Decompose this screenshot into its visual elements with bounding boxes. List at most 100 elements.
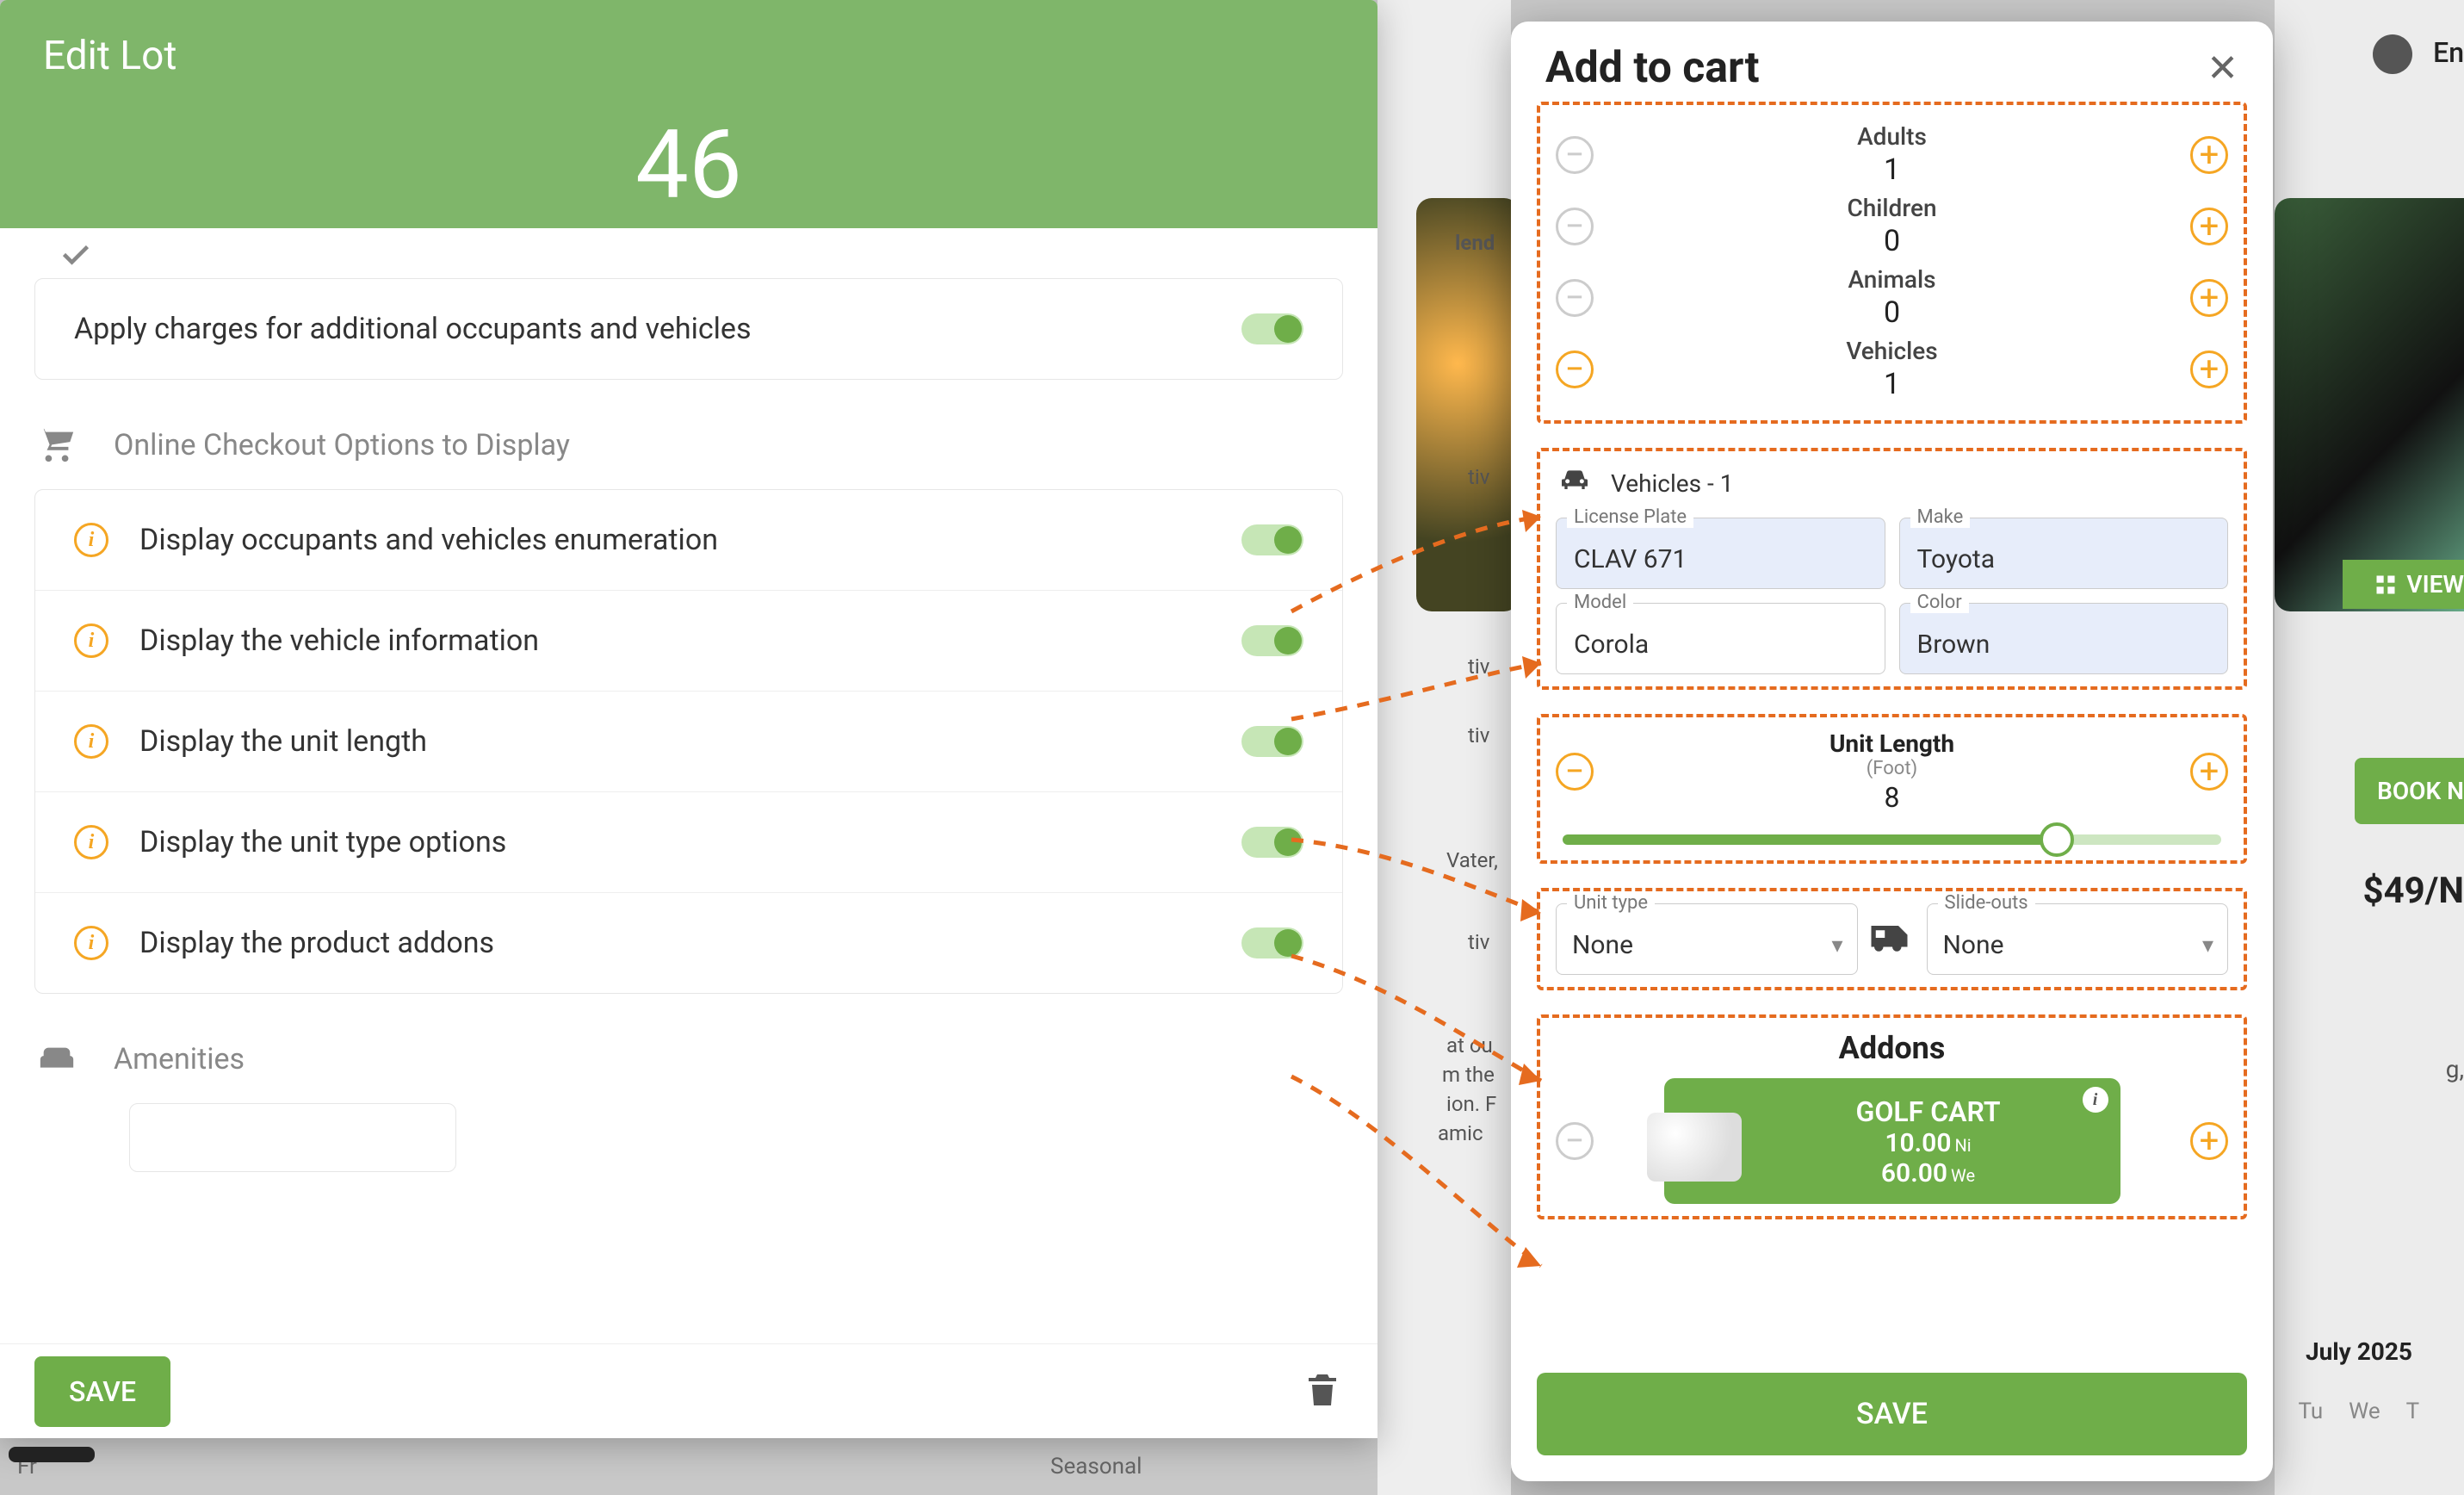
vehicle-info-group: Vehicles - 1 License Plate CLAV 671 Make… [1537,448,2247,690]
opt-type-toggle[interactable] [1241,827,1303,858]
opt-type-label: Display the unit type options [139,825,1241,859]
info-icon[interactable]: i [2083,1087,2108,1113]
addon-card[interactable]: i GOLF CART 10.00Ni 60.00We [1664,1078,2120,1204]
view-label: VIEW [2406,570,2464,599]
vehicle-header: Vehicles - 1 [1611,469,1733,498]
length-plus[interactable]: + [2190,753,2228,791]
cut-lend: lend [1455,231,1495,255]
book-now-button[interactable]: BOOK N [2355,758,2464,824]
cut-tiv-4: tiv [1468,930,1489,954]
unit-length-slider[interactable] [1563,834,2221,845]
cut-water: Vater, [1446,848,1498,872]
children-minus[interactable]: − [1556,208,1594,245]
cut-tiv: tiv [1468,465,1489,489]
drag-handle[interactable] [9,1447,95,1462]
opt-length-toggle[interactable] [1241,726,1303,757]
apply-charges-toggle[interactable] [1241,313,1303,344]
section-checkout-heading: Online Checkout Options to Display [114,428,570,462]
addon-price-1: 10.00 [1885,1128,1951,1158]
make-value: Toyota [1917,544,1996,574]
golf-cart-image [1647,1113,1742,1182]
unit-type-select[interactable]: Unit type None ▾ [1556,903,1858,975]
unit-length-value: 8 [1604,781,2180,814]
info-icon: i [74,724,108,759]
rv-icon [1868,919,1916,960]
color-field[interactable]: Color Brown [1899,603,2229,674]
license-plate-label: License Plate [1567,506,1693,528]
unit-type-label: Unit type [1567,892,1655,914]
vehicles-minus[interactable]: − [1556,350,1594,388]
animals-minus[interactable]: − [1556,279,1594,317]
cut-at: at ou [1446,1033,1493,1058]
adults-label: Adults [1594,122,2190,151]
animals-value: 0 [1594,295,2190,330]
opt-addons-toggle[interactable] [1241,927,1303,958]
cut-ion: ion. F [1446,1092,1496,1116]
children-label: Children [1594,194,2190,222]
slider-thumb[interactable] [2040,822,2074,857]
make-label: Make [1910,506,1971,528]
cut-m: m the [1442,1063,1495,1087]
unit-length-group: − Unit Length (Foot) 8 + [1537,714,2247,864]
add-to-cart-panel: Add to cart ✕ − Adults 1 + − Children 0 … [1511,22,2273,1481]
addon-minus[interactable]: − [1556,1122,1594,1160]
trash-icon[interactable] [1302,1369,1343,1414]
color-value: Brown [1917,630,1990,660]
edit-lot-panel: Edit Lot 46 Apply charges for additional… [0,0,1377,1438]
animals-label: Animals [1594,265,2190,294]
model-value: Corola [1574,630,1649,660]
couch-icon [34,1037,79,1082]
calendar-day-headers: MoTuWeT [2240,1399,2464,1424]
adults-minus[interactable]: − [1556,136,1594,174]
length-minus[interactable]: − [1556,753,1594,791]
car-icon [1556,463,1594,504]
cart-save-button[interactable]: SAVE [1537,1373,2247,1455]
opt-enum-toggle[interactable] [1241,524,1303,555]
close-icon[interactable]: ✕ [2207,46,2238,90]
info-icon: i [74,926,108,960]
slide-outs-select[interactable]: Slide-outs None ▾ [1927,903,2229,975]
license-plate-value: CLAV 671 [1574,544,1687,574]
make-field[interactable]: Make Toyota [1899,518,2229,589]
chevron-down-icon: ▾ [1831,933,1842,958]
info-icon: i [74,623,108,658]
unit-length-unit: (Foot) [1604,758,2180,779]
opt-vehicle-label: Display the vehicle information [139,623,1241,658]
animals-plus[interactable]: + [2190,279,2228,317]
vehicles-value: 1 [1594,367,2190,401]
campfire-thumbnail [1416,198,1520,611]
addon-plus[interactable]: + [2190,1122,2228,1160]
info-icon: i [74,523,108,557]
section-amenities-heading: Amenities [114,1042,245,1076]
chevron-down-icon: ▾ [2202,933,2213,958]
cut-amic: amic [1438,1121,1483,1145]
calendar-month: July 2025 [2306,1337,2412,1366]
amenities-card-stub [129,1103,456,1172]
vehicles-plus[interactable]: + [2190,350,2228,388]
view-button[interactable]: VIEW [2343,560,2464,609]
price-label: $49/N [2362,870,2464,912]
cart-icon [34,423,79,468]
children-plus[interactable]: + [2190,208,2228,245]
opt-vehicle-toggle[interactable] [1241,625,1303,656]
unit-type-group: Unit type None ▾ Slide-outs None ▾ [1537,888,2247,990]
cut-g: g, [2446,1055,2464,1083]
counters-group: − Adults 1 + − Children 0 + − Animals [1537,102,2247,424]
user-avatar-icon[interactable] [2373,34,2412,74]
info-icon: i [74,825,108,859]
unit-length-title: Unit Length [1604,729,2180,758]
opt-addons-label: Display the product addons [139,926,1241,960]
adults-plus[interactable]: + [2190,136,2228,174]
checkmark-icon [60,245,91,266]
save-button[interactable]: SAVE [34,1356,170,1427]
unit-type-value: None [1572,930,1633,960]
language-label[interactable]: En [2433,36,2464,69]
slide-outs-value: None [1943,930,2004,960]
apply-charges-label: Apply charges for additional occupants a… [74,312,1241,346]
addons-group: Addons − i GOLF CART 10.00Ni 60.00We + [1537,1014,2247,1219]
license-plate-field[interactable]: License Plate CLAV 671 [1556,518,1885,589]
cut-tiv-2: tiv [1468,654,1489,679]
bg-seasonal: Seasonal [1050,1454,1142,1479]
opt-length-label: Display the unit length [139,724,1241,759]
model-field[interactable]: Model Corola [1556,603,1885,674]
